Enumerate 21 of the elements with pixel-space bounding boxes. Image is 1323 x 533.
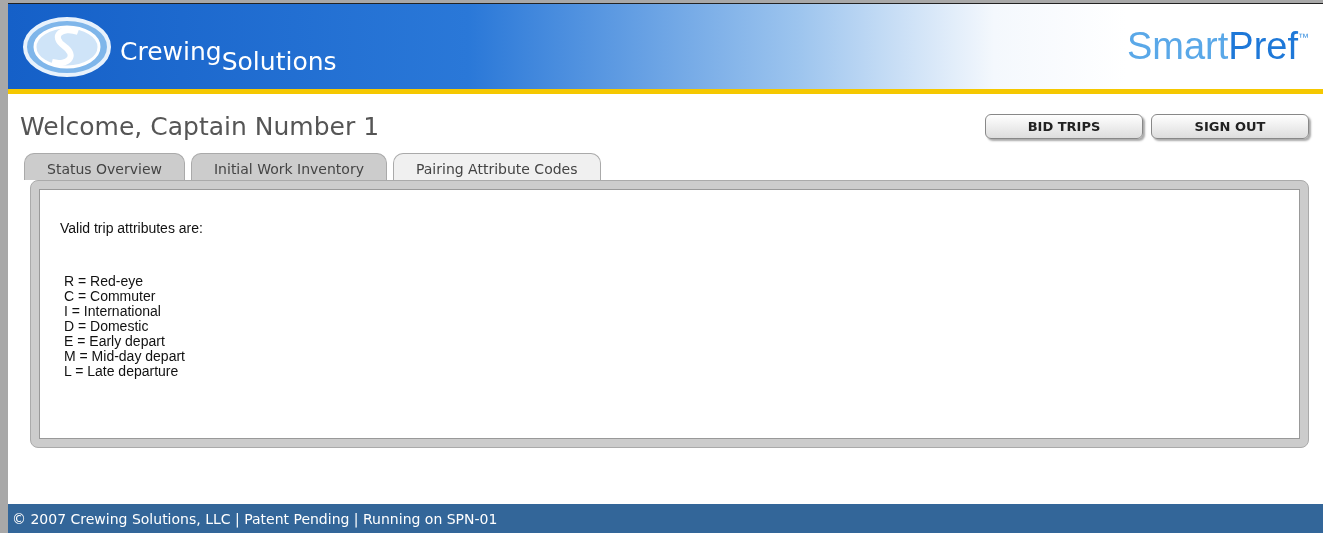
intro-text: Valid trip attributes are: (60, 220, 204, 236)
footer-text: © 2007 Crewing Solutions, LLC | Patent Pending | Running on SPN-01 (11, 510, 499, 530)
nav-button[interactable]: SIGN OUT (1151, 114, 1309, 139)
attribute-code: C = Commuter (64, 289, 157, 304)
attribute-code: E = Early depart (64, 334, 166, 349)
logo-icon (22, 15, 112, 78)
nav-button[interactable]: BID TRIPS (985, 114, 1143, 139)
tab[interactable]: Status Overview (24, 153, 185, 180)
brand-name: Crewing (120, 36, 222, 68)
attribute-code: I = International (64, 304, 162, 319)
attribute-code: M = Mid-day depart (64, 349, 186, 364)
brand-name: Solutions (221, 46, 337, 78)
tab[interactable]: Pairing Attribute Codes (392, 153, 601, 180)
attribute-code: R = Red-eye (64, 274, 144, 289)
attribute-code: L = Late departure (64, 364, 179, 379)
product-name: Pref (1228, 25, 1298, 68)
welcome-heading: Welcome, Captain Number 1 (20, 112, 381, 141)
tab[interactable]: Initial Work Inventory (191, 153, 387, 180)
attribute-code: D = Domestic (64, 319, 150, 334)
product-name: Smart (1126, 25, 1229, 68)
trademark-mark: ™ (1298, 31, 1309, 43)
